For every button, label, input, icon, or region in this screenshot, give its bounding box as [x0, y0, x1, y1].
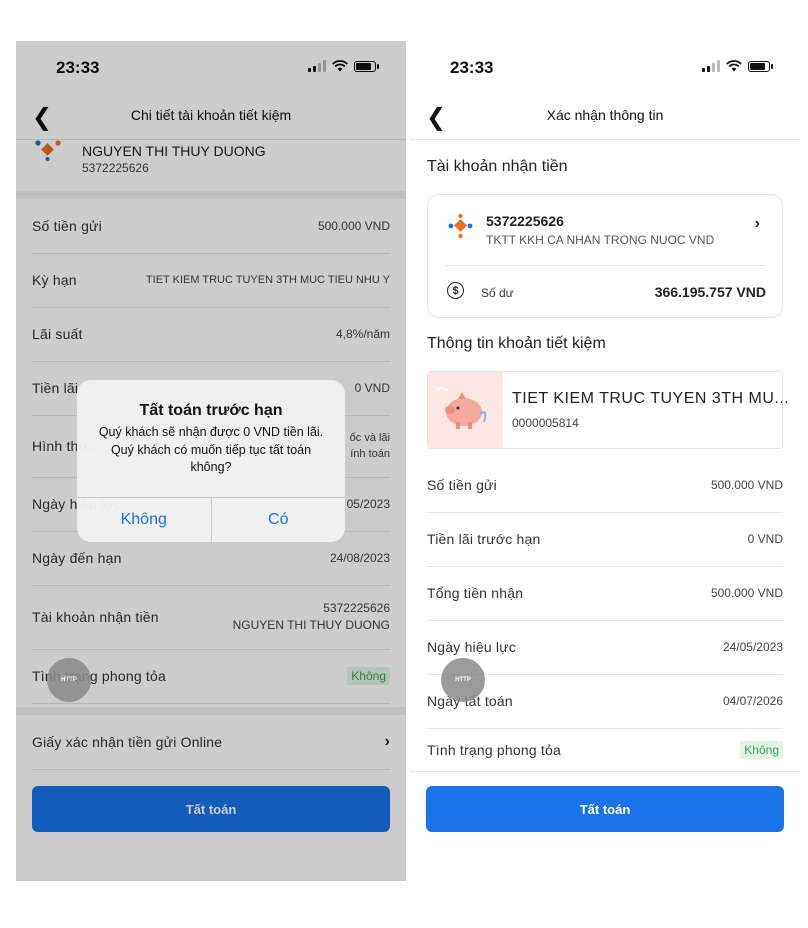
- wifi-icon: [726, 60, 742, 72]
- page-title: Xác nhận thông tin: [546, 107, 664, 123]
- nav-bar: ❮ Xác nhận thông tin: [410, 93, 800, 140]
- receive-section-title: Tài khoản nhận tiền: [427, 158, 568, 175]
- battery-icon: [748, 60, 773, 72]
- right-screen: 23:33 ❮ Xác nhận thông tin Tài khoản nhậ…: [410, 41, 800, 881]
- row-deposit: Số tiền gửi 500.000 VND: [427, 458, 783, 513]
- piggy-bank-illustration: [428, 372, 503, 448]
- savings-name: TIET KIEM TRUC TUYEN 3TH MU...: [512, 390, 790, 407]
- left-screen: 23:33 ❮ Chi tiết tài khoản tiết kiệm NGU…: [16, 41, 406, 881]
- balance-label: Số dư: [481, 286, 514, 300]
- receive-account-number: 5372225626: [486, 213, 564, 229]
- receive-account-type: TKTT KKH CA NHAN TRONG NUOC VND: [486, 233, 715, 247]
- footer-divider: [410, 771, 800, 772]
- chevron-right-icon: ›: [754, 215, 760, 232]
- savings-section-title: Thông tin khoản tiết kiệm: [427, 335, 606, 352]
- receive-account-card[interactable]: 5372225626 TKTT KKH CA NHAN TRONG NUOC V…: [427, 194, 783, 318]
- row-early-interest: Tiền lãi trước hạn 0 VND: [427, 512, 783, 567]
- signal-icon: [702, 60, 720, 72]
- balance-value: 366.195.757 VND: [654, 284, 766, 300]
- status-badge: Không: [740, 741, 783, 759]
- row-total-receive: Tổng tiền nhận 500.000 VND: [427, 566, 783, 621]
- settle-button[interactable]: Tất toán: [426, 786, 784, 832]
- bank-logo-icon: [448, 213, 473, 239]
- dialog-title: Tất toán trước hạn: [139, 402, 283, 419]
- dialog-no-button[interactable]: Không: [77, 498, 211, 542]
- http-debug-bubble[interactable]: HTTP: [47, 658, 91, 702]
- dollar-circle-icon: $: [447, 282, 464, 299]
- early-settlement-dialog: Tất toán trước hạn Quý khách sẽ nhận đượ…: [77, 380, 345, 542]
- savings-number: 0000005814: [512, 416, 579, 430]
- row-block-status: Tình trạng phong tỏa Không: [427, 728, 783, 772]
- status-bar: 23:33: [410, 41, 800, 93]
- card-divider: [445, 265, 765, 266]
- status-time: 23:33: [450, 58, 494, 77]
- dialog-message: Quý khách sẽ nhận được 0 VND tiền lãi. Q…: [98, 425, 324, 474]
- dialog-yes-button[interactable]: Có: [210, 498, 346, 542]
- http-debug-bubble[interactable]: HTTP: [441, 658, 485, 702]
- savings-card: TIET KIEM TRUC TUYEN 3TH MU... 000000581…: [427, 371, 789, 449]
